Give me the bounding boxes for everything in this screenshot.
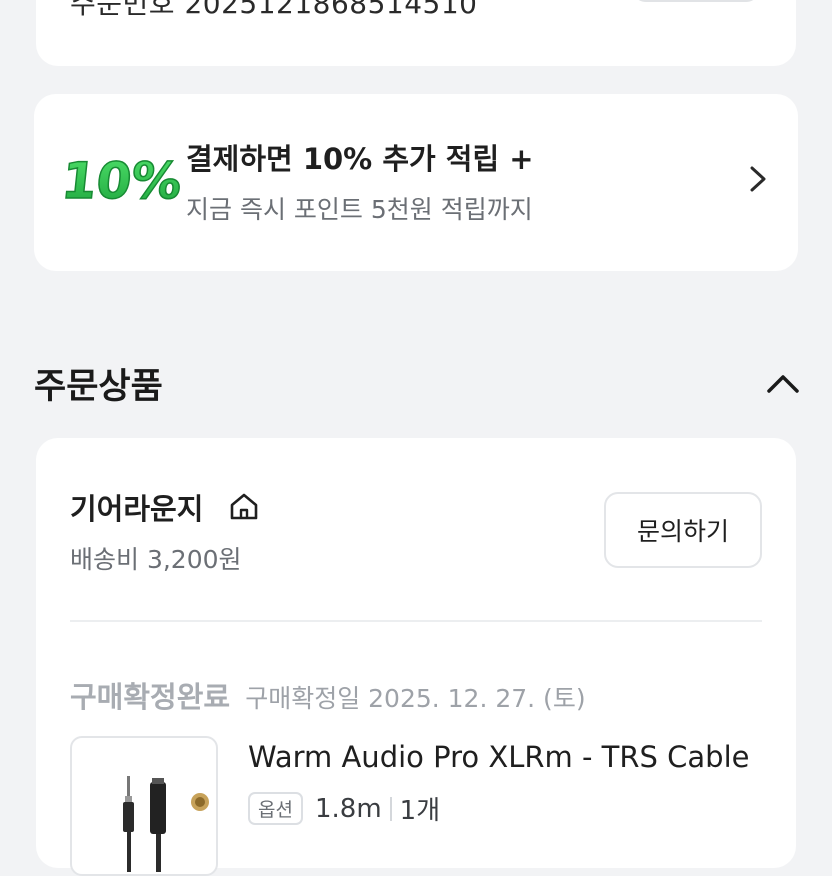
inquiry-button[interactable]: 문의하기: [604, 492, 762, 568]
confirmed-date: 구매확정일 2025. 12. 27. (토): [245, 684, 586, 713]
ten-percent-badge-icon: 10%: [64, 150, 185, 210]
option-separator: [389, 796, 392, 821]
shipping-fee: 배송비 3,200원: [70, 545, 242, 574]
order-action-button[interactable]: [632, 0, 760, 2]
option-row: 옵션 1.8m 1개: [248, 790, 440, 827]
quantity: 1개: [399, 796, 441, 826]
product-name[interactable]: Warm Audio Pro XLRm - TRS Cable: [248, 740, 768, 774]
cable-image-icon: [123, 776, 209, 872]
home-icon[interactable]: [228, 490, 260, 522]
option-value: 1.8m: [314, 793, 382, 824]
product-thumbnail[interactable]: [70, 736, 218, 876]
option-tag: 옵션: [248, 792, 303, 825]
chevron-right-icon[interactable]: [746, 164, 770, 194]
divider: [70, 620, 762, 622]
seller-name[interactable]: 기어라운지: [70, 486, 203, 528]
purchase-status-line: 구매확정완료 구매확정일 2025. 12. 27. (토): [70, 674, 586, 716]
purchase-status: 구매확정완료: [70, 680, 231, 714]
promo-subtitle: 지금 즉시 포인트 5천원 적립까지: [186, 195, 533, 224]
order-number: 주문번호 2025121868514510: [70, 0, 478, 20]
collapse-button[interactable]: [762, 366, 804, 402]
seller-order-card: 기어라운지 배송비 3,200원 문의하기 구매확정완료 구매확정일 2025.…: [36, 438, 796, 876]
chevron-up-icon: [767, 375, 799, 393]
svg-text:10%: 10%: [64, 151, 185, 210]
promo-title: 결제하면 10% 추가 적립 +: [186, 142, 534, 176]
promo-banner[interactable]: 10% 결제하면 10% 추가 적립 + 지금 즉시 포인트 5천원 적립까지: [34, 94, 798, 271]
order-info-card: 주문번호 2025121868514510: [36, 0, 796, 66]
section-title: 주문상품: [34, 367, 163, 407]
